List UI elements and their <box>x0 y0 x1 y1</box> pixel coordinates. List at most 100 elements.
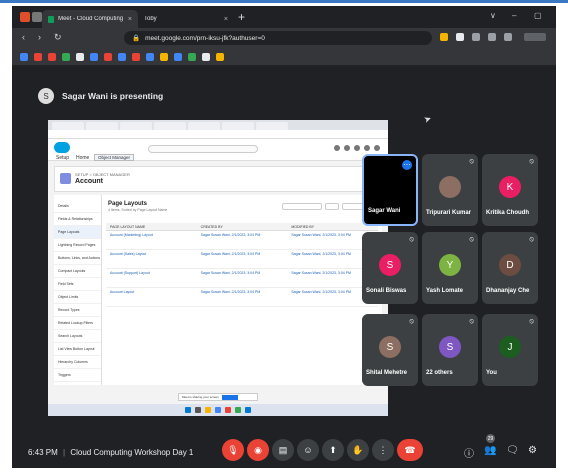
bookmark-icon[interactable] <box>34 53 42 61</box>
table-cell: Account (Support) Layout <box>110 271 150 275</box>
object-sidebar: Details Fields & Relationships Page Layout… <box>54 195 102 385</box>
participant-tile[interactable]: ⦸ D Dhananjay Che <box>482 232 538 304</box>
mic-muted-icon: ⦸ <box>469 158 474 165</box>
camera-off-button[interactable]: ◉ <box>247 439 269 461</box>
participant-tile[interactable]: ⋯ Sagar Wani <box>362 154 418 226</box>
raise-hand-button[interactable]: ✋ <box>347 439 369 461</box>
emoji-button[interactable]: ☺ <box>297 439 319 461</box>
browser-tab-bar: Meet - Cloud Computing Wo × Toby × + ∨ –… <box>12 6 556 28</box>
participant-tile[interactable]: ⦸ S Shital Mehetre <box>362 314 418 386</box>
speaking-indicator-icon: ⋯ <box>402 160 412 170</box>
participant-name: You <box>486 370 497 376</box>
salesforce-logo <box>54 142 70 153</box>
mouse-cursor-icon: ➤ <box>422 113 433 126</box>
salesforce-header-icons <box>334 145 380 151</box>
reload-icon[interactable]: ↻ <box>54 32 62 43</box>
page-layouts-panel: Page Layouts 4 Items, Sorted by Page Lay… <box>102 195 382 385</box>
bookmark-icon[interactable] <box>118 53 126 61</box>
captions-button[interactable]: ▤ <box>272 439 294 461</box>
participant-tile[interactable]: ⦸ Tripurari Kumar <box>422 154 478 226</box>
meeting-details-icon[interactable]: ⓘ <box>464 445 474 460</box>
participant-name: Dhananjay Che <box>486 288 530 294</box>
extension-icon[interactable] <box>440 33 448 41</box>
meet-stage: S Sagar Wani is presenting ➤ Setup Home … <box>12 66 556 468</box>
meeting-info: 6:43 PM | Cloud Computing Workshop Day 1 <box>28 448 193 457</box>
shared-tab <box>222 122 254 130</box>
bookmark-icon[interactable] <box>202 53 210 61</box>
object-breadcrumb: SETUP > OBJECT MANAGER <box>75 172 130 177</box>
present-button[interactable]: ⬆ <box>322 439 344 461</box>
bookmark-icon[interactable] <box>132 53 140 61</box>
address-bar[interactable]: 🔒 meet.google.com/prn-iksu-jfk?authuser=… <box>124 31 432 45</box>
table-row: Account Layout Sagar Susan Wani, 2/1/2023… <box>106 288 378 307</box>
participant-name: Kritika Choudh <box>486 210 529 216</box>
page-layouts-subtitle: 4 Items, Sorted by Page Layout Name <box>108 208 168 212</box>
extension-icon[interactable] <box>456 33 464 41</box>
participant-tile[interactable]: ⦸ Y Yash Lomate <box>422 232 478 304</box>
shared-tab <box>256 122 288 130</box>
browser-toolbar: ‹ › ↻ 🔒 meet.google.com/prn-iksu-jfk?aut… <box>12 28 556 48</box>
bookmark-icon[interactable] <box>90 53 98 61</box>
bookmark-icon[interactable] <box>104 53 112 61</box>
object-header: SETUP > OBJECT MANAGER Account <box>54 166 382 192</box>
participant-tile[interactable]: ⦸ J You <box>482 314 538 386</box>
page-layouts-title: Page Layouts <box>108 201 148 207</box>
sharing-banner-text: Meet is sharing your screen <box>182 395 219 399</box>
back-icon[interactable]: ‹ <box>22 32 25 42</box>
tab-close-icon[interactable]: × <box>224 16 228 23</box>
mic-muted-icon: ⦸ <box>409 318 414 325</box>
tab-search-icon[interactable]: ∨ <box>490 11 496 20</box>
maximize-button[interactable]: ▢ <box>534 11 542 20</box>
bookmark-icon[interactable] <box>188 53 196 61</box>
salesforce-search <box>148 145 258 153</box>
bookmark-icon[interactable] <box>174 53 182 61</box>
column-header: PAGE LAYOUT NAME <box>110 225 146 229</box>
sidebar-item: Lightning Record Pages <box>54 239 101 252</box>
participant-avatar: J <box>499 336 521 358</box>
participant-tile[interactable]: ⦸ K Kritika Choudh <box>482 154 538 226</box>
windows-taskbar <box>48 404 388 416</box>
participant-tile[interactable]: ⦸ S 22 others <box>422 314 478 386</box>
sharing-banner: Meet is sharing your screen <box>178 393 258 401</box>
shared-tab <box>120 122 152 130</box>
participant-name: Yash Lomate <box>426 288 464 294</box>
bookmark-icon[interactable] <box>62 53 70 61</box>
table-cell: Account (Marketing) Layout <box>110 233 153 237</box>
table-cell: Sagar Susan Wani, 2/1/2023, 3:04 PM <box>200 271 261 275</box>
sidebar-item: Object Limits <box>54 291 101 304</box>
forward-icon[interactable]: › <box>38 32 41 42</box>
minimize-button[interactable]: – <box>512 11 516 20</box>
extension-icon[interactable] <box>472 33 480 41</box>
bookmark-icon[interactable] <box>160 53 168 61</box>
mic-muted-icon: ⦸ <box>469 236 474 243</box>
bookmark-icon[interactable] <box>48 53 56 61</box>
shared-address-bar <box>48 130 388 139</box>
vpn-icon[interactable] <box>524 33 546 41</box>
participant-tile[interactable]: ⦸ S Sonali Biswas <box>362 232 418 304</box>
sidepanel-icon[interactable] <box>504 33 512 41</box>
more-options-button[interactable]: ⋮ <box>372 439 394 461</box>
mic-muted-icon: ⦸ <box>529 158 534 165</box>
people-icon[interactable]: 👥 <box>484 445 496 456</box>
leave-call-button[interactable]: ☎ <box>397 439 423 461</box>
mic-off-button[interactable]: 🎙 <box>222 439 244 461</box>
tab-meet[interactable]: Meet - Cloud Computing Wo × <box>42 10 138 28</box>
sidebar-item: Field Sets <box>54 278 101 291</box>
bookmark-icon[interactable] <box>146 53 154 61</box>
object-title: Account <box>75 178 103 185</box>
participant-avatar: S <box>379 336 401 358</box>
tab-toby[interactable]: Toby × <box>138 10 234 28</box>
bookmark-icon[interactable] <box>216 53 224 61</box>
bookmark-icon[interactable] <box>20 53 28 61</box>
screen-frame: Meet - Cloud Computing Wo × Toby × + ∨ –… <box>12 6 556 468</box>
bookmark-icon[interactable] <box>76 53 84 61</box>
participant-avatar: S <box>439 336 461 358</box>
download-icon[interactable] <box>488 33 496 41</box>
chat-icon[interactable]: 🗨 <box>506 445 519 456</box>
tab-close-icon[interactable]: × <box>128 16 132 23</box>
tab-toby-label: Toby <box>144 16 157 22</box>
lock-icon: 🔒 <box>132 35 141 42</box>
new-tab-button[interactable]: + <box>238 10 245 24</box>
activities-icon[interactable]: ⚙ <box>528 445 537 456</box>
tab-meet-label: Meet - Cloud Computing Wo <box>58 16 124 22</box>
